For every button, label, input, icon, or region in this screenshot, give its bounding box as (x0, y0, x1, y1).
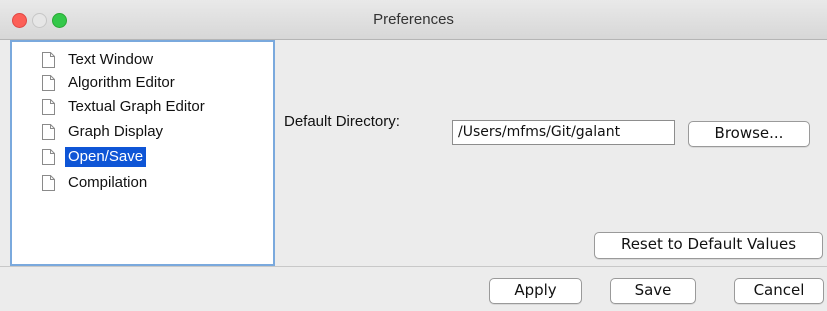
file-icon (42, 52, 55, 68)
window-titlebar: Preferences (0, 0, 827, 40)
preferences-category-tree[interactable]: Text Window Algorithm Editor Textual Gra… (10, 40, 275, 266)
save-button[interactable]: Save (610, 278, 696, 304)
tree-item-label: Graph Display (68, 123, 164, 140)
file-icon (42, 99, 55, 115)
tree-item-compilation[interactable]: Compilation (42, 172, 150, 194)
tree-item-label: Text Window (68, 51, 154, 68)
reset-defaults-button[interactable]: Reset to Default Values (594, 232, 823, 259)
default-directory-label: Default Directory: (284, 113, 400, 130)
tree-item-label: Algorithm Editor (68, 74, 175, 91)
browse-button[interactable]: Browse... (688, 121, 810, 147)
tree-item-open-save[interactable]: Open/Save (42, 146, 147, 168)
tree-item-text-window[interactable]: Text Window (42, 49, 156, 71)
footer-divider (0, 266, 827, 267)
file-icon (42, 149, 55, 165)
tree-item-textual-graph-editor[interactable]: Textual Graph Editor (42, 96, 208, 118)
cancel-button[interactable]: Cancel (734, 278, 824, 304)
tree-item-label: Textual Graph Editor (68, 98, 205, 115)
file-icon (42, 175, 55, 191)
tree-item-graph-display[interactable]: Graph Display (42, 121, 166, 143)
default-directory-field[interactable]: /Users/mfms/Git/galant (452, 120, 675, 145)
tree-item-algorithm-editor[interactable]: Algorithm Editor (42, 72, 178, 94)
file-icon (42, 75, 55, 91)
tree-item-label: Compilation (68, 174, 148, 191)
apply-button[interactable]: Apply (489, 278, 582, 304)
file-icon (42, 124, 55, 140)
tree-item-label: Open/Save (65, 147, 147, 167)
window-title: Preferences (373, 11, 454, 28)
